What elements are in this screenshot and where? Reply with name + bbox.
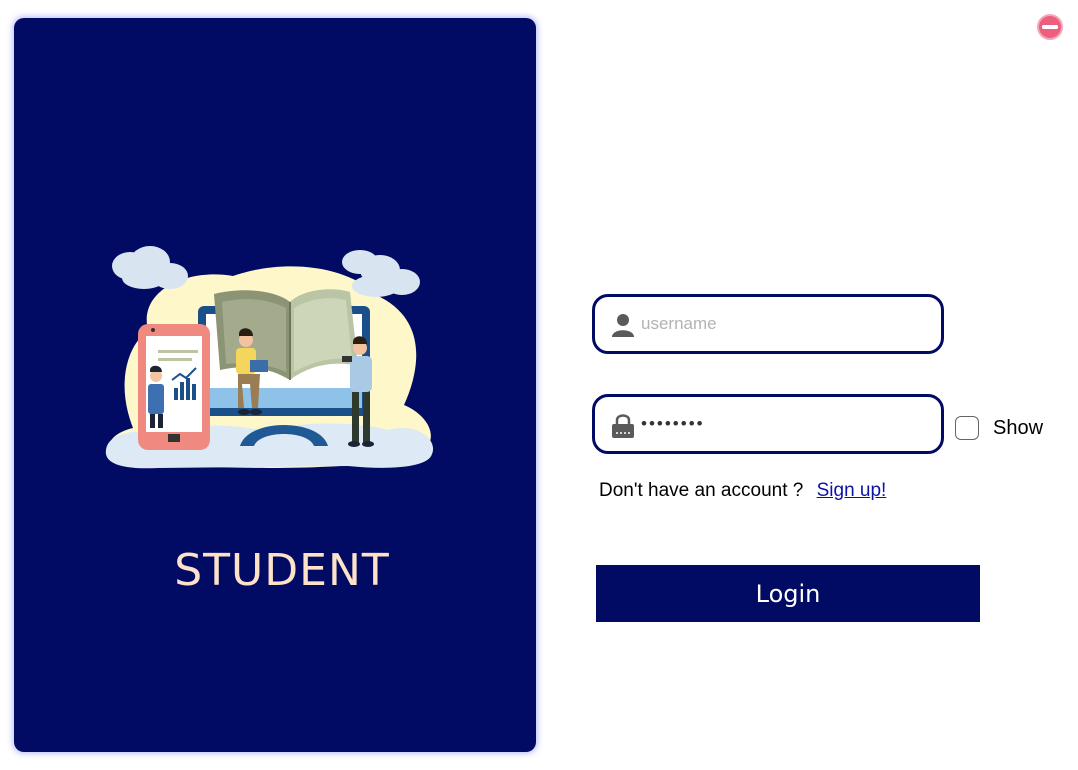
password-input[interactable] — [641, 405, 931, 443]
students-illustration — [105, 246, 434, 469]
signup-prompt: Don't have an account ? — [599, 480, 804, 501]
brand-panel: STUDENT — [14, 18, 536, 752]
brand-title: STUDENT — [174, 545, 390, 596]
show-password-toggle[interactable]: Show — [955, 414, 1043, 442]
password-field[interactable] — [592, 394, 944, 454]
show-password-label: Show — [993, 416, 1044, 439]
signup-row: Don't have an account ? Sign up! — [599, 480, 886, 502]
cloud-right — [342, 250, 420, 297]
login-button[interactable]: Login — [596, 565, 980, 622]
show-password-checkbox[interactable] — [955, 416, 979, 440]
lock-icon — [612, 414, 634, 438]
user-icon — [612, 314, 634, 337]
signup-link[interactable]: Sign up! — [817, 480, 887, 501]
cloud-left — [112, 246, 188, 289]
username-input[interactable] — [641, 305, 931, 343]
close-button[interactable] — [1037, 14, 1063, 40]
username-field[interactable] — [592, 294, 944, 354]
close-icon — [1037, 14, 1063, 40]
